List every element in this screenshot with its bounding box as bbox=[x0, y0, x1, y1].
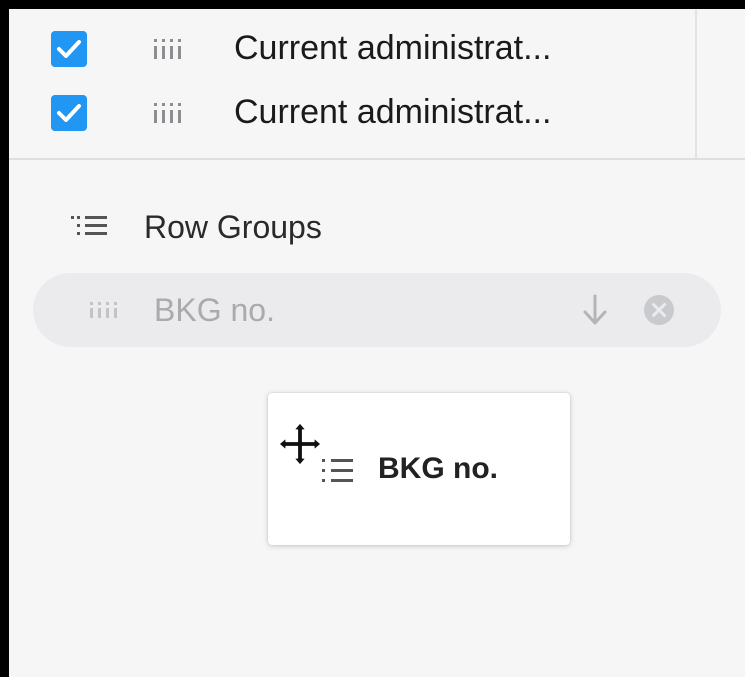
move-cursor-icon bbox=[278, 422, 322, 466]
checkmark-icon bbox=[57, 40, 81, 58]
drag-ghost-label: BKG no. bbox=[378, 452, 498, 485]
close-circle-icon[interactable] bbox=[643, 294, 675, 326]
row-group-chip-label: BKG no. bbox=[154, 292, 275, 328]
divider bbox=[695, 9, 697, 158]
drag-handle-icon[interactable] bbox=[152, 37, 182, 61]
row-group-chip[interactable]: BKG no. bbox=[33, 273, 721, 347]
tool-panel: Current administrat... Current administr… bbox=[0, 0, 745, 677]
column-label: Current administrat... bbox=[234, 93, 552, 131]
column-checkbox[interactable] bbox=[51, 31, 87, 67]
column-checkbox[interactable] bbox=[51, 95, 87, 131]
row-groups-title: Row Groups bbox=[144, 209, 322, 245]
column-label: Current administrat... bbox=[234, 29, 552, 67]
column-list-item[interactable]: Current administrat... bbox=[9, 81, 695, 143]
drag-handle-icon[interactable] bbox=[89, 301, 123, 319]
arrow-down-icon[interactable] bbox=[582, 293, 608, 327]
drag-ghost: BKG no. bbox=[268, 393, 570, 545]
row-group-icon bbox=[322, 459, 353, 482]
column-list-item[interactable]: Current administrat... bbox=[9, 17, 695, 79]
drag-handle-icon[interactable] bbox=[152, 101, 182, 125]
column-list: Current administrat... Current administr… bbox=[9, 9, 745, 160]
checkmark-icon bbox=[57, 104, 81, 122]
row-group-icon bbox=[71, 216, 107, 235]
